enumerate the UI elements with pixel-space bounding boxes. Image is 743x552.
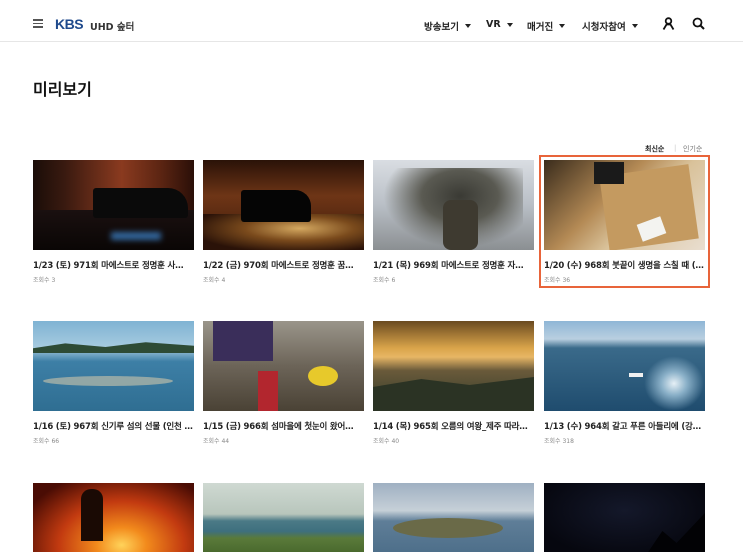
view-count: 조회수 3 xyxy=(33,277,56,284)
video-thumbnail[interactable] xyxy=(544,321,705,411)
video-thumbnail[interactable] xyxy=(373,483,534,552)
nav-label: 매거진 xyxy=(527,22,554,33)
search-icon[interactable] xyxy=(692,17,705,30)
video-title[interactable]: 1/23 (토) 971회 마에스트로 정명훈 사… xyxy=(33,259,194,271)
view-count: 조회수 44 xyxy=(203,438,230,445)
view-count: 조회수 6 xyxy=(373,277,396,284)
view-count: 조회수 4 xyxy=(203,277,226,284)
nav-label: 방송보기 xyxy=(424,22,459,33)
video-title[interactable]: 1/20 (수) 968회 붓끝이 생명을 스칠 때 (… xyxy=(544,259,705,271)
video-thumbnail[interactable] xyxy=(203,483,364,552)
page-title: 미리보기 xyxy=(33,80,92,99)
view-count: 조회수 318 xyxy=(544,438,574,445)
caret-down-icon xyxy=(559,24,566,28)
video-card[interactable] xyxy=(544,483,705,552)
subbrand-label[interactable]: UHD 숲터 xyxy=(90,19,134,33)
caret-down-icon xyxy=(464,24,471,28)
video-title[interactable]: 1/16 (토) 967회 신기루 섬의 선물 (인천 … xyxy=(33,420,194,432)
site-header: KBS UHD 숲터 방송보기 VR 매거진 시청자참여 xyxy=(0,0,743,42)
menu-icon[interactable] xyxy=(33,19,43,28)
video-card[interactable] xyxy=(373,483,534,552)
nav-label: 시청자참여 xyxy=(582,22,626,33)
user-icon[interactable] xyxy=(662,17,675,30)
video-thumbnail[interactable] xyxy=(203,321,364,411)
video-card[interactable]: 1/13 (수) 964회 갈고 푸른 아들리에 (강… 조회수 318 xyxy=(544,321,705,445)
video-card[interactable]: 1/21 (목) 969회 마에스트로 정명훈 자… 조회수 6 xyxy=(373,160,534,284)
video-card[interactable] xyxy=(33,483,194,552)
video-title[interactable]: 1/15 (금) 966회 섬마을에 첫눈이 왔어… xyxy=(203,420,364,432)
caret-down-icon xyxy=(506,22,513,27)
caret-down-icon xyxy=(631,24,638,28)
sort-divider: | xyxy=(674,144,677,152)
nav-label: VR xyxy=(486,19,501,30)
video-thumbnail[interactable] xyxy=(33,160,194,250)
nav-item-magazine[interactable]: 매거진 xyxy=(527,19,566,33)
sort-popular-button[interactable]: 인기순 xyxy=(683,144,702,154)
video-thumbnail[interactable] xyxy=(203,160,364,250)
video-thumbnail[interactable] xyxy=(373,160,534,250)
nav-item-broadcast[interactable]: 방송보기 xyxy=(424,19,471,33)
video-thumbnail[interactable] xyxy=(373,321,534,411)
view-count: 조회수 66 xyxy=(33,438,60,445)
video-card[interactable]: 1/22 (금) 970회 마에스트로 정명훈 꿈… 조회수 4 xyxy=(203,160,364,284)
video-thumbnail[interactable] xyxy=(33,483,194,552)
nav-item-participation[interactable]: 시청자참여 xyxy=(582,19,638,33)
video-card[interactable] xyxy=(203,483,364,552)
video-title[interactable]: 1/14 (목) 965회 오름의 여왕_제주 따라… xyxy=(373,420,534,432)
video-card[interactable]: 1/23 (토) 971회 마에스트로 정명훈 사… 조회수 3 xyxy=(33,160,194,284)
view-count: 조회수 36 xyxy=(544,277,571,284)
video-thumbnail[interactable] xyxy=(544,483,705,552)
video-title[interactable]: 1/21 (목) 969회 마에스트로 정명훈 자… xyxy=(373,259,534,271)
sort-latest-button[interactable]: 최신순 xyxy=(645,144,664,154)
video-title[interactable]: 1/22 (금) 970회 마에스트로 정명훈 꿈… xyxy=(203,259,364,271)
kbs-logo[interactable]: KBS xyxy=(55,16,84,32)
video-card[interactable]: 1/20 (수) 968회 붓끝이 생명을 스칠 때 (… 조회수 36 xyxy=(544,160,705,284)
video-title[interactable]: 1/13 (수) 964회 갈고 푸른 아들리에 (강… xyxy=(544,420,705,432)
video-thumbnail[interactable] xyxy=(544,160,705,250)
view-count: 조회수 40 xyxy=(373,438,400,445)
nav-item-vr[interactable]: VR xyxy=(486,19,513,30)
video-card[interactable]: 1/15 (금) 966회 섬마을에 첫눈이 왔어… 조회수 44 xyxy=(203,321,364,445)
video-card[interactable]: 1/14 (목) 965회 오름의 여왕_제주 따라… 조회수 40 xyxy=(373,321,534,445)
video-card[interactable]: 1/16 (토) 967회 신기루 섬의 선물 (인천 … 조회수 66 xyxy=(33,321,194,445)
video-thumbnail[interactable] xyxy=(33,321,194,411)
